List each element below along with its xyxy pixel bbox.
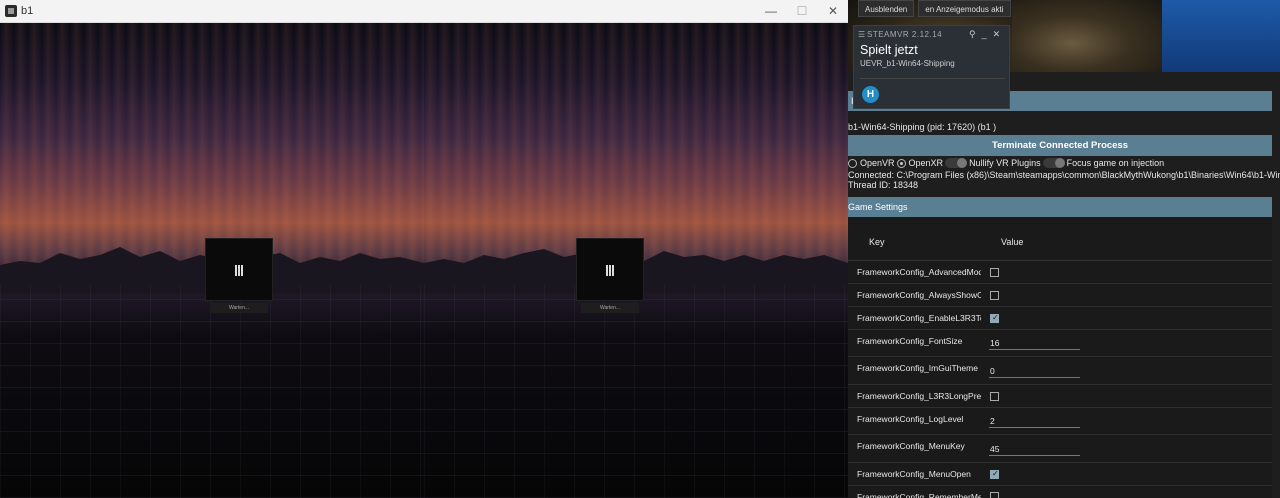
table-row: FrameworkConfig_AlwaysShowCursor bbox=[848, 284, 1272, 307]
setting-key: FrameworkConfig_RememberMenuState bbox=[857, 492, 981, 498]
maximize-button[interactable]: ☐ bbox=[789, 3, 815, 20]
setting-input[interactable]: 45 bbox=[989, 442, 1080, 456]
loading-panel bbox=[205, 238, 273, 301]
setting-checkbox[interactable] bbox=[990, 492, 999, 498]
focus-game-toggle[interactable] bbox=[1042, 158, 1065, 168]
loading-icon bbox=[606, 265, 615, 276]
right-eye-view: Warten... bbox=[424, 23, 848, 498]
display-mode-button[interactable]: en Anzeigemodus akti bbox=[918, 0, 1011, 17]
table-row: FrameworkConfig_LogLevel 2 bbox=[848, 408, 1272, 435]
column-header-key: Key bbox=[869, 237, 885, 247]
overlay-toolbar: Ausblenden en Anzeigemodus akti bbox=[858, 0, 1011, 17]
loading-panel bbox=[576, 238, 644, 301]
setting-key: FrameworkConfig_MenuKey bbox=[857, 441, 965, 451]
window-title: b1 bbox=[21, 5, 34, 17]
openxr-label: OpenXR bbox=[908, 158, 944, 168]
minimize-icon[interactable]: _ bbox=[982, 29, 987, 40]
setting-key: FrameworkConfig_AdvancedMode bbox=[857, 267, 981, 277]
setting-key: FrameworkConfig_LogLevel bbox=[857, 414, 964, 424]
floor-grid bbox=[424, 285, 848, 498]
minimize-button[interactable]: — bbox=[758, 3, 784, 20]
setting-checkbox[interactable] bbox=[990, 392, 999, 401]
setting-input[interactable]: 16 bbox=[989, 336, 1080, 350]
game-settings-label: Game Settings bbox=[848, 202, 908, 212]
nullify-vr-plugins-label: Nullify VR Plugins bbox=[969, 158, 1041, 168]
nullify-vr-plugins-toggle[interactable] bbox=[945, 158, 968, 168]
focus-game-label: Focus game on injection bbox=[1066, 158, 1165, 168]
column-header-value: Value bbox=[1001, 237, 1024, 247]
terminate-process-button[interactable]: Terminate Connected Process bbox=[848, 135, 1272, 156]
close-icon[interactable]: ✕ bbox=[993, 29, 1001, 40]
setting-key: FrameworkConfig_EnableL3R3Toggle bbox=[857, 313, 981, 323]
game-settings-header[interactable]: Game Settings bbox=[848, 197, 1272, 217]
menu-icon[interactable]: ☰ bbox=[858, 30, 865, 39]
setting-key: FrameworkConfig_L3R3LongPress bbox=[857, 391, 981, 401]
loading-label: Warten... bbox=[210, 303, 268, 313]
steamvr-window-controls: ⚲ _ ✕ bbox=[969, 29, 1000, 40]
table-row: FrameworkConfig_L3R3LongPress bbox=[848, 385, 1272, 408]
game-window: b1 — ☐ ✕ Warten... Warten... bbox=[0, 0, 848, 498]
setting-input[interactable]: 0 bbox=[989, 364, 1080, 378]
background-window bbox=[1162, 0, 1280, 72]
setting-checkbox[interactable] bbox=[990, 469, 999, 479]
vr-stereo-view: Warten... Warten... bbox=[0, 23, 848, 498]
left-eye-view: Warten... bbox=[0, 23, 424, 498]
runtime-options: OpenVR OpenXR Nullify VR Plugins Focus g… bbox=[848, 157, 1166, 169]
table-row: FrameworkConfig_EnableL3R3Toggle bbox=[848, 307, 1272, 330]
headset-app-icon[interactable]: H bbox=[862, 86, 879, 103]
connected-path: Connected: C:\Program Files (x86)\Steam\… bbox=[848, 170, 1280, 180]
loading-label: Warten... bbox=[581, 303, 639, 313]
loading-icon bbox=[235, 265, 244, 276]
process-label: b1-Win64-Shipping (pid: 17620) (b1 ) bbox=[848, 122, 997, 132]
setting-key: FrameworkConfig_ImGuiTheme bbox=[857, 363, 978, 373]
floor-grid bbox=[0, 285, 424, 498]
game-titlebar[interactable]: b1 — ☐ ✕ bbox=[0, 0, 848, 23]
table-row: FrameworkConfig_RememberMenuState bbox=[848, 486, 1272, 498]
table-row: FrameworkConfig_FontSize 16 bbox=[848, 330, 1272, 357]
setting-input[interactable]: 2 bbox=[989, 414, 1080, 428]
hide-button[interactable]: Ausblenden bbox=[858, 0, 915, 17]
setting-key: FrameworkConfig_AlwaysShowCursor bbox=[857, 290, 981, 300]
table-row: FrameworkConfig_MenuKey 45 bbox=[848, 435, 1272, 463]
openxr-radio[interactable] bbox=[896, 158, 906, 168]
settings-table: Key Value FrameworkConfig_AdvancedMode F… bbox=[848, 217, 1272, 498]
divider bbox=[860, 78, 1005, 79]
table-row: FrameworkConfig_AdvancedMode bbox=[848, 261, 1272, 284]
setting-key: FrameworkConfig_FontSize bbox=[857, 336, 963, 346]
now-playing-label: Spielt jetzt bbox=[860, 43, 918, 57]
app-icon bbox=[5, 5, 17, 17]
table-row: FrameworkConfig_MenuOpen bbox=[848, 463, 1272, 486]
now-playing-game: UEVR_b1-Win64-Shipping bbox=[860, 59, 955, 68]
thread-id: Thread ID: 18348 bbox=[848, 180, 919, 190]
uevr-panel: Ir b1-Win64-Shipping (pid: 17620) (b1 ) … bbox=[848, 72, 1280, 498]
setting-checkbox[interactable] bbox=[990, 313, 999, 323]
steamvr-title: STEAMVR 2.12.14 bbox=[867, 30, 943, 39]
setting-checkbox[interactable] bbox=[990, 268, 999, 277]
openvr-label: OpenVR bbox=[860, 158, 895, 168]
pin-icon[interactable]: ⚲ bbox=[969, 29, 976, 40]
table-header: Key Value bbox=[848, 217, 1272, 261]
close-button[interactable]: ✕ bbox=[820, 3, 846, 20]
setting-checkbox[interactable] bbox=[990, 291, 999, 300]
background-image bbox=[1012, 0, 1162, 72]
steamvr-overlay: ☰ STEAMVR 2.12.14 ⚲ _ ✕ Spielt jetzt UEV… bbox=[853, 25, 1010, 109]
setting-key: FrameworkConfig_MenuOpen bbox=[857, 469, 971, 479]
table-row: FrameworkConfig_ImGuiTheme 0 bbox=[848, 357, 1272, 385]
openvr-radio[interactable] bbox=[848, 158, 857, 168]
